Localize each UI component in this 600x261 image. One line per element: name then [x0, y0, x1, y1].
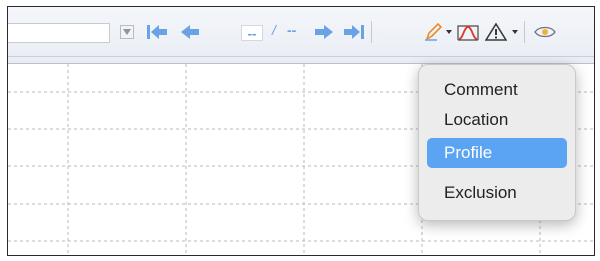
previous-arrow-icon	[181, 25, 199, 39]
chevron-down-icon	[123, 29, 131, 35]
warning-dropdown-icon[interactable]	[512, 30, 518, 34]
skip-to-first-icon	[147, 25, 167, 39]
next-button[interactable]	[311, 21, 337, 43]
profile-chart-icon	[457, 25, 479, 41]
menu-item-comment[interactable]: Comment	[427, 75, 567, 105]
range-input[interactable]	[8, 23, 110, 43]
annotate-button[interactable]	[422, 21, 444, 43]
toolbar-separator	[524, 21, 525, 43]
warning-tool-button[interactable]	[483, 21, 509, 43]
skip-to-last-icon	[344, 25, 364, 39]
toolbar-separator	[371, 21, 372, 43]
current-page-field[interactable]: --	[241, 25, 263, 41]
annotation-pencil-icon	[425, 22, 443, 41]
menu-item-exclusion[interactable]: Exclusion	[427, 178, 567, 208]
annotate-dropdown-icon[interactable]	[446, 30, 452, 34]
toolbar: -- / --	[8, 7, 594, 64]
range-dropdown-button[interactable]	[120, 25, 134, 39]
menu-item-location[interactable]: Location	[427, 105, 567, 135]
app-window: -- / -- Comment Location Profile Exclusi…	[7, 6, 595, 256]
previous-button[interactable]	[177, 21, 203, 43]
profile-tool-button[interactable]	[455, 21, 481, 43]
last-page-button[interactable]	[340, 21, 368, 43]
first-page-button[interactable]	[144, 21, 170, 43]
next-arrow-icon	[315, 25, 333, 39]
warning-triangle-icon	[485, 22, 507, 41]
tool-dropdown-menu: Comment Location Profile Exclusion	[418, 64, 576, 221]
menu-item-profile[interactable]: Profile	[427, 138, 567, 168]
page-separator: /	[272, 22, 276, 38]
toolbar-divider	[8, 56, 594, 57]
total-pages: --	[287, 22, 297, 38]
view-button[interactable]	[532, 21, 558, 43]
view-eye-icon	[534, 26, 556, 38]
